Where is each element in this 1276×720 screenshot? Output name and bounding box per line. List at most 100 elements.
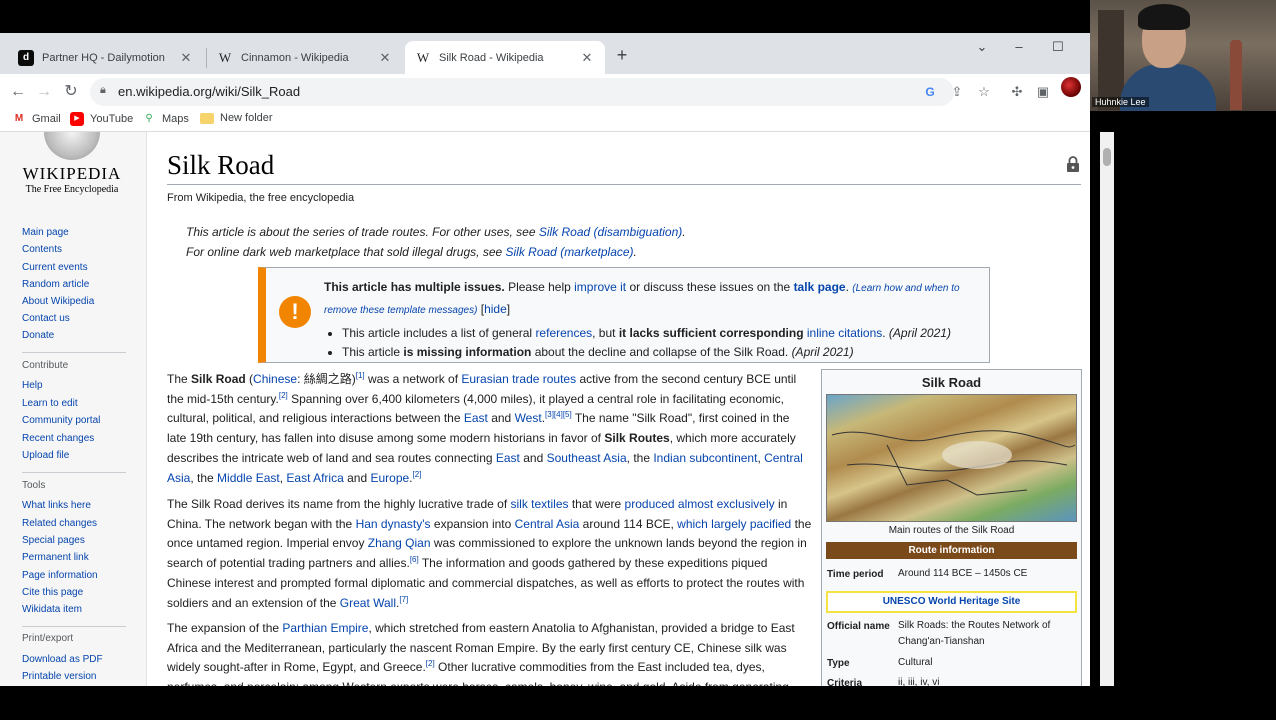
middle-east-link[interactable]: Middle East <box>217 471 280 485</box>
article-content: Silk Road From Wikipedia, the free encyc… <box>147 132 1090 686</box>
sidebar-item-current-events[interactable]: Current events <box>22 262 88 273</box>
issue-date: (April 2021) <box>791 345 854 359</box>
silk-road-map-image[interactable] <box>826 394 1077 522</box>
tab-dailymotion[interactable]: d Partner HQ - Dailymotion ✕ <box>8 41 204 74</box>
sidebar-item-related-changes[interactable]: Related changes <box>22 518 97 529</box>
tab-search-icon[interactable]: ⌄ <box>972 39 992 55</box>
bookmark-star-icon[interactable]: ☆ <box>975 83 993 101</box>
sidebar-item-community-portal[interactable]: Community portal <box>22 415 100 426</box>
improve-link[interactable]: improve it <box>574 280 626 294</box>
talk-page-link[interactable]: talk page <box>794 280 846 294</box>
east-africa-link[interactable]: East Africa <box>286 471 343 485</box>
side-panel-icon[interactable]: ▣ <box>1034 83 1052 101</box>
zhang-qian-link[interactable]: Zhang Qian <box>368 536 431 550</box>
europe-link[interactable]: Europe <box>370 471 409 485</box>
tab-title: Cinnamon - Wikipedia <box>241 51 349 64</box>
tab-title: Silk Road - Wikipedia <box>439 51 544 64</box>
site-subtitle: From Wikipedia, the free encyclopedia <box>167 192 355 204</box>
sidebar-heading-print: Print/export <box>22 633 74 644</box>
lock-icon[interactable]: 🔒︎ <box>100 84 106 97</box>
close-tab-icon[interactable]: ✕ <box>178 50 194 66</box>
sidebar-item-permanent-link[interactable]: Permanent link <box>22 552 89 563</box>
bookmark-new-folder[interactable]: New folder <box>200 112 273 124</box>
sidebar-item-download-pdf[interactable]: Download as PDF <box>22 654 103 665</box>
central-asia-link-2[interactable]: Central Asia <box>515 517 580 531</box>
close-tab-icon[interactable]: ✕ <box>579 50 595 66</box>
produced-link[interactable]: produced almost exclusively <box>625 497 775 511</box>
west-link[interactable]: West <box>515 411 542 425</box>
sidebar-item-wikidata-item[interactable]: Wikidata item <box>22 604 82 615</box>
issues-text: or discuss these issues on the <box>626 280 794 294</box>
webcam-bottle <box>1230 40 1242 110</box>
google-icon[interactable]: G <box>922 84 938 100</box>
sidebar-item-page-information[interactable]: Page information <box>22 570 98 581</box>
sidebar-item-donate[interactable]: Donate <box>22 330 54 341</box>
great-wall-link[interactable]: Great Wall <box>340 596 396 610</box>
forward-icon[interactable]: → <box>34 82 54 102</box>
bookmark-maps[interactable]: ⚲ Maps <box>142 112 189 126</box>
inline-citations-link[interactable]: inline citations <box>807 326 882 340</box>
share-icon[interactable]: ⇪ <box>948 83 966 101</box>
browser-toolbar: ← → ↻ 🔒︎ en.wikipedia.org/wiki/Silk_Road… <box>0 74 1090 110</box>
sidebar-item-contact[interactable]: Contact us <box>22 313 70 324</box>
southeast-asia-link[interactable]: Southeast Asia <box>547 451 627 465</box>
paragraph-name: The Silk Road derives its name from the … <box>167 497 812 610</box>
sidebar-item-learn-to-edit[interactable]: Learn to edit <box>22 398 78 409</box>
new-tab-button[interactable]: + <box>612 45 632 65</box>
sidebar-item-about[interactable]: About Wikipedia <box>22 296 94 307</box>
page-title: Silk Road <box>167 150 275 180</box>
hatnote-disambiguation: This article is about the series of trad… <box>186 225 686 239</box>
parthian-empire-link[interactable]: Parthian Empire <box>282 621 368 635</box>
sidebar-item-special-pages[interactable]: Special pages <box>22 535 85 546</box>
bookmark-youtube[interactable]: ▶ YouTube <box>70 112 133 126</box>
marketplace-link[interactable]: Silk Road (marketplace) <box>506 245 634 259</box>
issue-text: This article includes a list of general <box>342 326 536 340</box>
sidebar-divider <box>22 472 126 473</box>
protection-lock-icon[interactable] <box>1066 156 1080 172</box>
disambiguation-link[interactable]: Silk Road (disambiguation) <box>539 225 682 239</box>
sidebar-item-random-article[interactable]: Random article <box>22 279 89 290</box>
close-tab-icon[interactable]: ✕ <box>377 50 393 66</box>
sidebar-item-recent-changes[interactable]: Recent changes <box>22 433 94 444</box>
indian-subcontinent-link[interactable]: Indian subcontinent <box>653 451 757 465</box>
pacified-link[interactable]: which largely pacified <box>677 517 791 531</box>
han-dynasty-link[interactable]: Han dynasty's <box>356 517 431 531</box>
unesco-link[interactable]: UNESCO World Heritage Site <box>826 591 1077 613</box>
issues-text: This article has multiple issues. Please… <box>324 277 984 362</box>
sidebar-item-main-page[interactable]: Main page <box>22 227 69 238</box>
sidebar-item-help[interactable]: Help <box>22 380 43 391</box>
eurasian-trade-routes-link[interactable]: Eurasian trade routes <box>461 372 576 386</box>
issues-text: Please help <box>504 280 575 294</box>
sidebar-item-contents[interactable]: Contents <box>22 244 62 255</box>
bookmark-gmail[interactable]: M Gmail <box>12 112 61 126</box>
minimize-button[interactable]: – <box>1009 39 1029 54</box>
east-asia-link[interactable]: East <box>496 451 520 465</box>
issue-item: This article includes a list of general … <box>342 324 984 343</box>
wikipedia-logo[interactable]: Wikipedia The Free Encyclopedia <box>22 132 122 198</box>
tab-silk-road[interactable]: W Silk Road - Wikipedia ✕ <box>405 41 605 74</box>
maximize-button[interactable]: ☐ <box>1048 39 1068 55</box>
webcam-feed: Huhnkie Lee <box>1090 0 1276 111</box>
infobox-value-criteria: ii, iii, iv, vi <box>898 677 940 686</box>
puzzle-globe-icon <box>44 132 100 160</box>
sidebar-item-upload-file[interactable]: Upload file <box>22 450 69 461</box>
sidebar-heading-tools: Tools <box>22 480 46 491</box>
logo-wordmark: Wikipedia <box>22 164 122 183</box>
back-icon[interactable]: ← <box>8 82 28 102</box>
profile-avatar[interactable] <box>1061 77 1081 97</box>
extensions-icon[interactable]: ✣ <box>1008 83 1026 101</box>
address-bar[interactable]: 🔒︎ en.wikipedia.org/wiki/Silk_Road G <box>90 78 954 106</box>
hide-link[interactable]: hide <box>484 302 507 316</box>
page-scrollbar[interactable] <box>1100 132 1114 686</box>
url-text[interactable]: en.wikipedia.org/wiki/Silk_Road <box>118 84 300 99</box>
east-link[interactable]: East <box>464 411 488 425</box>
scrollbar-thumb[interactable] <box>1103 148 1111 166</box>
silk-textiles-link[interactable]: silk textiles <box>511 497 569 511</box>
chinese-link[interactable]: Chinese <box>253 372 297 386</box>
tab-cinnamon[interactable]: W Cinnamon - Wikipedia ✕ <box>207 41 403 74</box>
sidebar-item-cite-this-page[interactable]: Cite this page <box>22 587 83 598</box>
reload-icon[interactable]: ↻ <box>61 82 81 102</box>
sidebar-item-what-links-here[interactable]: What links here <box>22 500 91 511</box>
references-link[interactable]: references <box>535 326 592 340</box>
sidebar-item-printable-version[interactable]: Printable version <box>22 671 96 682</box>
